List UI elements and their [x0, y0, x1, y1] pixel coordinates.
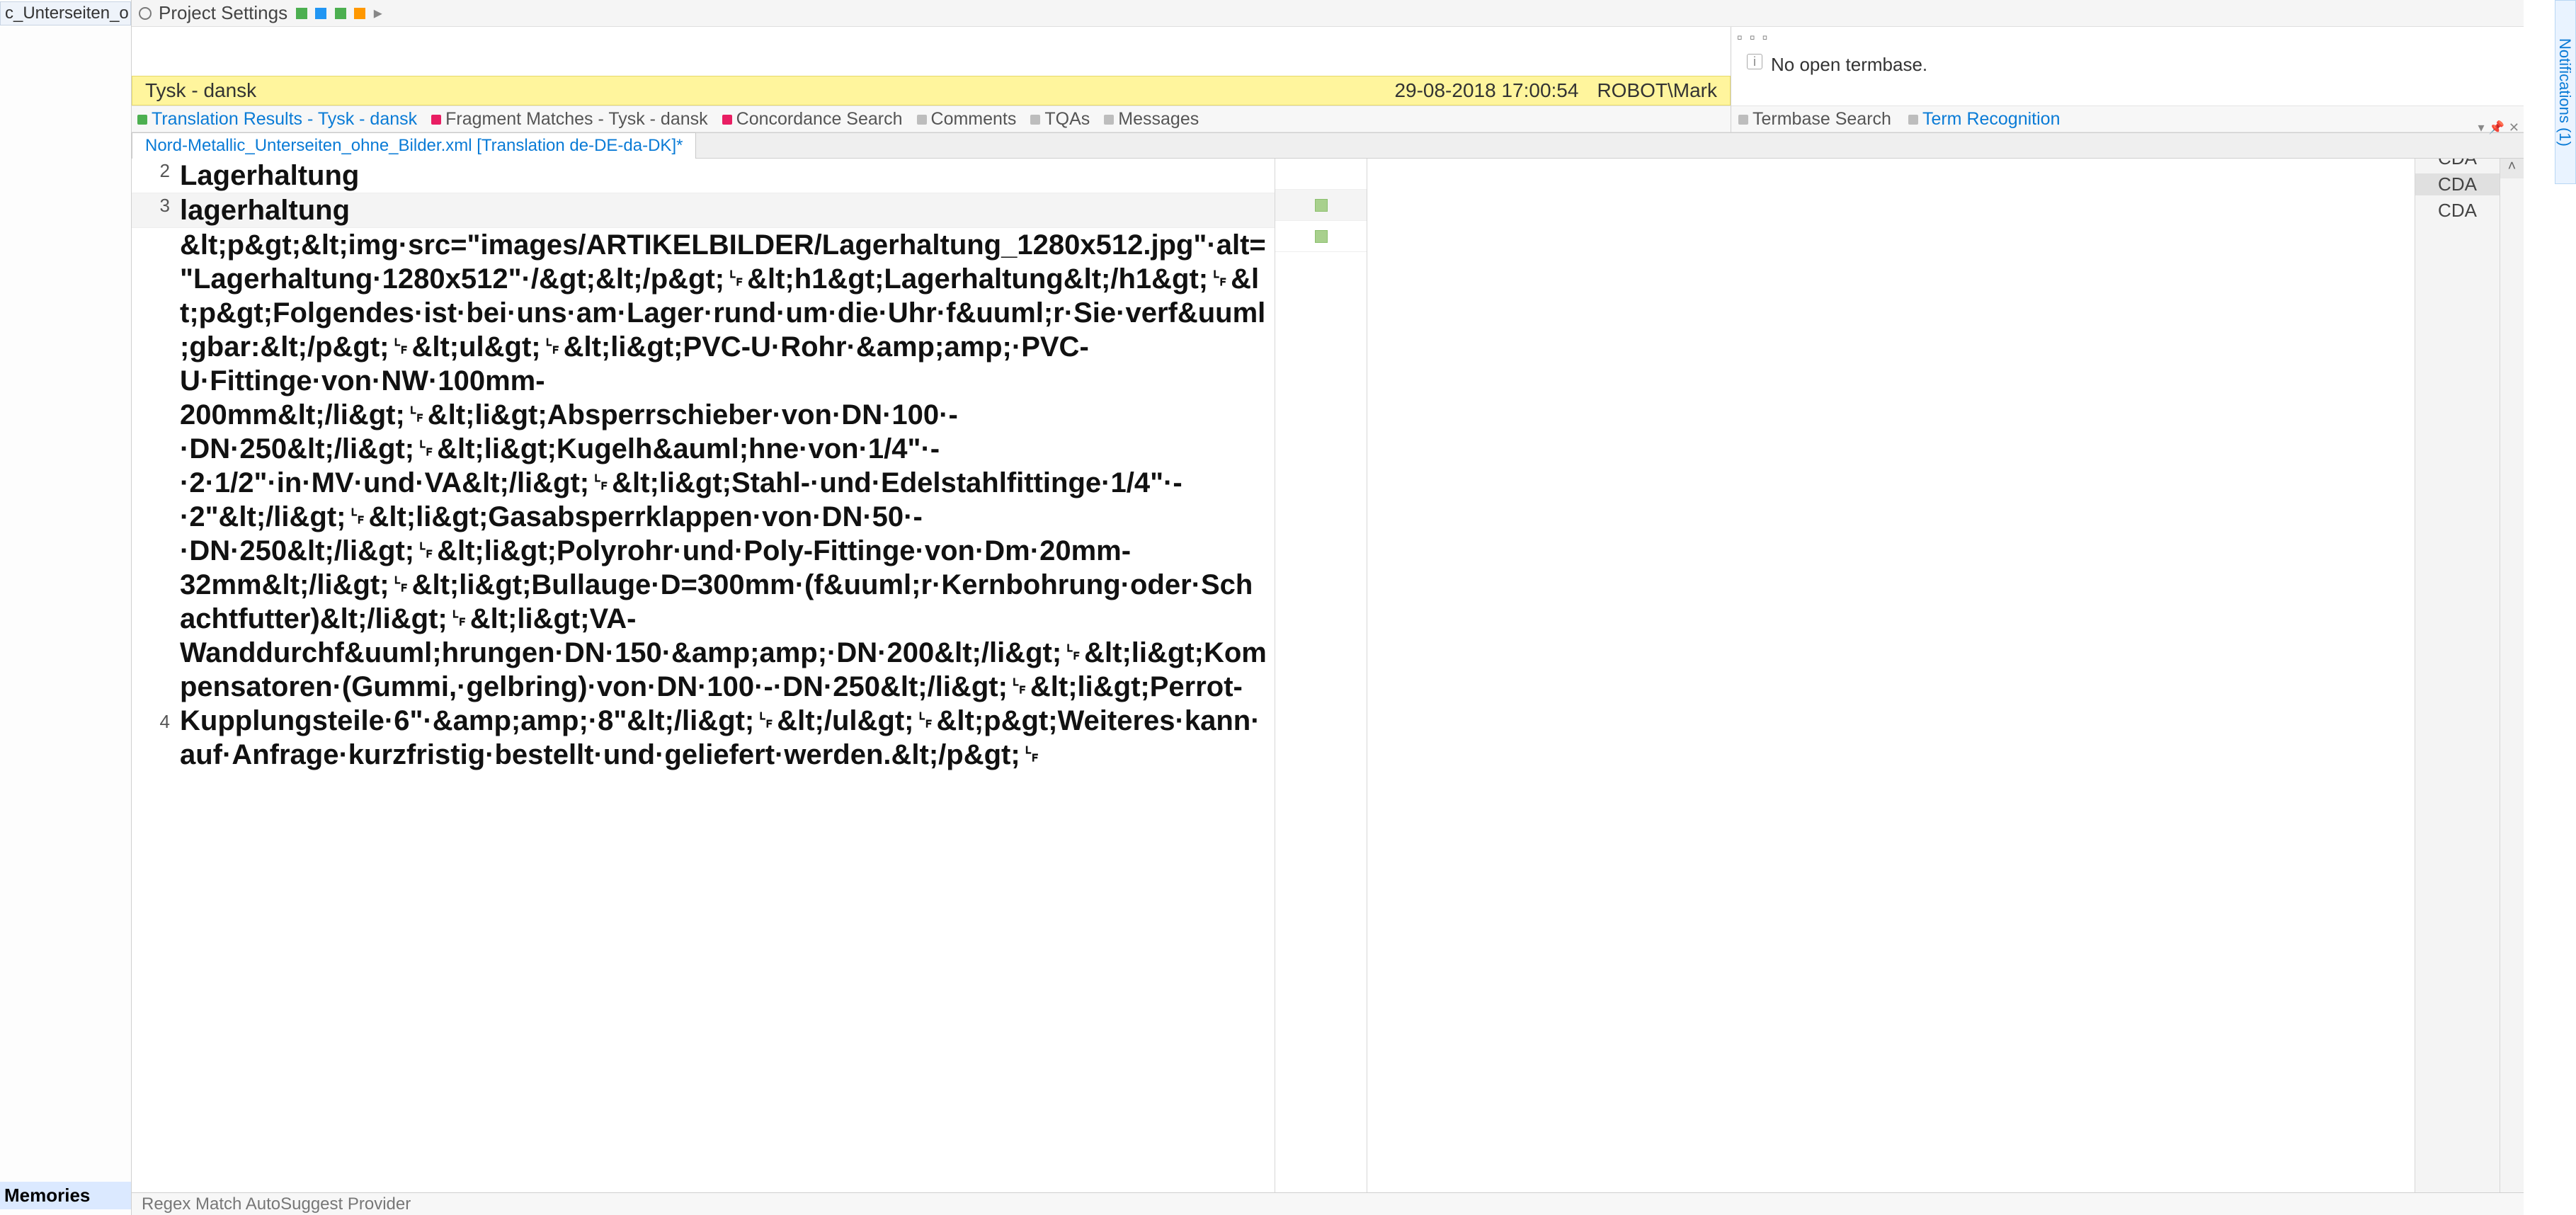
autosuggest-footer: Regex Match AutoSuggest Provider	[132, 1192, 2524, 1215]
origin-cda-3: CDA	[2415, 200, 2500, 222]
source-column: 2 Lagerhaltung 3 lagerhaltung 4 &lt;p&gt…	[132, 159, 1275, 1215]
pane-pin-icon[interactable]: 📌	[2488, 120, 2504, 135]
origin-cda-1: CDA	[2415, 159, 2500, 169]
document-tabs-row: Nord-Metallic_Unterseiten_ohne_Bilder.xm…	[132, 133, 2524, 159]
status-cell-2[interactable]	[1275, 159, 1367, 190]
project-settings-title: Project Settings	[159, 2, 287, 24]
status-cell-4a[interactable]	[1275, 221, 1367, 252]
memories-nav[interactable]: Memories	[0, 1182, 131, 1209]
segment-source-text[interactable]: Lagerhaltung	[177, 159, 1275, 193]
tab-messages[interactable]: Messages	[1104, 109, 1199, 130]
origin-cda-2: CDA	[2415, 173, 2500, 195]
termbase-tabs: Termbase Search Term Recognition	[1731, 105, 2524, 132]
project-settings-header: Project Settings ▸	[132, 0, 2524, 27]
segment-row-3[interactable]: 3 lagerhaltung	[132, 193, 1275, 228]
document-tab[interactable]: Nord-Metallic_Unterseiten_ohne_Bilder.xm…	[132, 132, 696, 159]
segment-row-4[interactable]: 4 &lt;p&gt;&lt;img·src="images/ARTIKELBI…	[132, 228, 1275, 1215]
tb-icon-2[interactable]: ▫	[1750, 28, 1755, 47]
status-column	[1275, 159, 1367, 1215]
tab-term-recognition[interactable]: Term Recognition	[1908, 109, 2061, 130]
tm-results-area: Tysk - dansk 29-08-2018 17:00:54 ROBOT\M…	[132, 27, 1731, 132]
termbase-body: i No open termbase.	[1731, 48, 2524, 105]
segment-number: 3	[132, 193, 177, 227]
termbase-area: ▫ ▫ ▫ i No open termbase. Termbase Searc…	[1731, 27, 2524, 132]
draft-status-icon	[1315, 199, 1328, 212]
left-nav-strip: c_Unterseiten_o Memories	[0, 0, 132, 1215]
tm-date: 29-08-2018 17:00:54	[1394, 79, 1578, 102]
vertical-scrollbar[interactable]: ˄ ˅	[2500, 159, 2524, 1215]
upper-pane-split: Tysk - dansk 29-08-2018 17:00:54 ROBOT\M…	[132, 27, 2524, 133]
tm-user: ROBOT\Mark	[1597, 79, 1717, 102]
segment-source-text[interactable]: &lt;p&gt;&lt;img·src="images/ARTIKELBILD…	[177, 228, 1275, 1214]
origin-column: CDA CDA CDA	[2415, 159, 2500, 1215]
info-icon: i	[1747, 54, 1762, 69]
tm-language-pair: Tysk - dansk	[145, 79, 256, 102]
draft-status-icon	[1315, 230, 1328, 243]
tb-icon-1[interactable]: ▫	[1737, 28, 1743, 47]
termbase-message: No open termbase.	[1771, 54, 1927, 100]
pane-close-icon[interactable]: ✕	[2509, 120, 2519, 135]
left-tab-label[interactable]: c_Unterseiten_o	[0, 1, 131, 25]
chevron-right-icon[interactable]: ▸	[374, 3, 382, 23]
tab-tqas[interactable]: TQAs	[1030, 109, 1090, 130]
tm-tabs-row: Translation Results - Tysk - dansk Fragm…	[132, 105, 1731, 132]
segment-row-2[interactable]: 2 Lagerhaltung	[132, 159, 1275, 193]
main-area: Project Settings ▸ Tysk - dansk 29-08-20…	[132, 0, 2524, 1215]
target-column[interactable]	[1367, 159, 2415, 1215]
tab-comments[interactable]: Comments	[917, 109, 1017, 130]
tb-icon-3[interactable]: ▫	[1762, 28, 1768, 47]
segment-source-text[interactable]: lagerhaltung	[177, 193, 1275, 227]
tab-concordance[interactable]: Concordance Search	[722, 109, 903, 130]
status-icon-green	[296, 8, 307, 19]
notifications-side-tab[interactable]: Notifications (1)	[2555, 0, 2576, 184]
tab-translation-results[interactable]: Translation Results - Tysk - dansk	[137, 109, 417, 130]
status-icon-blue	[315, 8, 326, 19]
pin-icon[interactable]	[139, 7, 152, 20]
pane-menu-icon[interactable]: ▾	[2478, 120, 2484, 135]
pane-window-buttons: ▾ 📌 ✕	[2478, 120, 2519, 135]
status-icon-orange	[354, 8, 365, 19]
tab-termbase-search[interactable]: Termbase Search	[1738, 109, 1891, 130]
tab-fragment-matches[interactable]: Fragment Matches - Tysk - dansk	[431, 109, 708, 130]
segment-number: 4	[132, 709, 177, 733]
termbase-toolbar: ▫ ▫ ▫	[1731, 27, 2524, 48]
status-cell-3[interactable]	[1275, 190, 1367, 221]
editor-grid: 2 Lagerhaltung 3 lagerhaltung 4 &lt;p&gt…	[132, 159, 2524, 1215]
project-settings-icons	[295, 2, 367, 24]
status-icon-green2	[335, 8, 346, 19]
scroll-up-icon[interactable]: ˄	[2500, 159, 2524, 178]
tm-info-bar: Tysk - dansk 29-08-2018 17:00:54 ROBOT\M…	[132, 76, 1731, 105]
segment-number: 2	[132, 159, 177, 193]
